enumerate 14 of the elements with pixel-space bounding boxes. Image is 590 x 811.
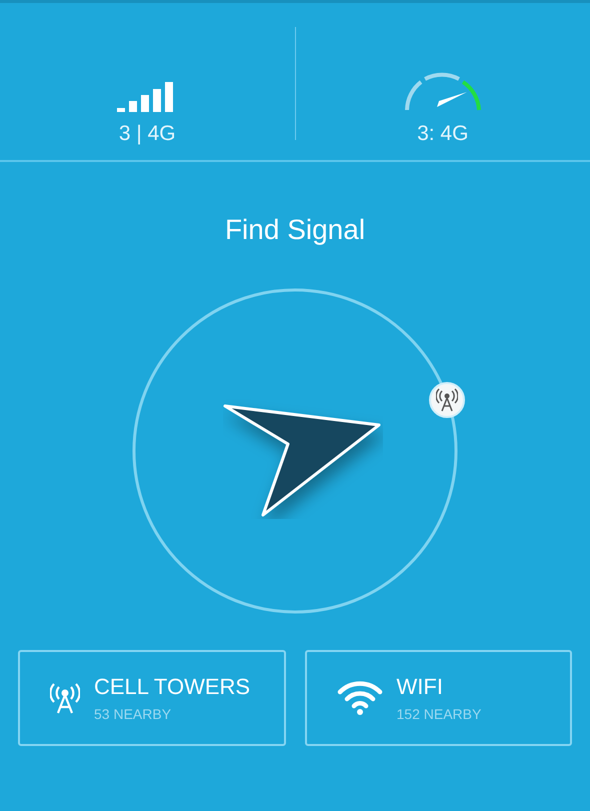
card-title: WIFI (396, 674, 443, 700)
network-label: 3: 4G (417, 122, 468, 146)
speedometer-icon (402, 70, 483, 112)
nearby-count: 53 NEARBY (94, 706, 172, 722)
cell-tower-icon (50, 682, 80, 714)
network-label: 3 | 4G (118, 122, 176, 146)
card-title: CELL TOWERS (94, 674, 250, 700)
wifi-icon (336, 681, 382, 715)
cell-tower-button[interactable] (429, 382, 465, 418)
page-title: Find Signal (224, 214, 366, 246)
nearby-count: 152 NEARBY (396, 706, 482, 722)
network-card[interactable]: CELL TOWERS 53 NEARBY (18, 650, 286, 746)
cell-tower-icon (436, 388, 458, 412)
network-card[interactable]: WIFI 152 NEARBY (304, 650, 572, 746)
